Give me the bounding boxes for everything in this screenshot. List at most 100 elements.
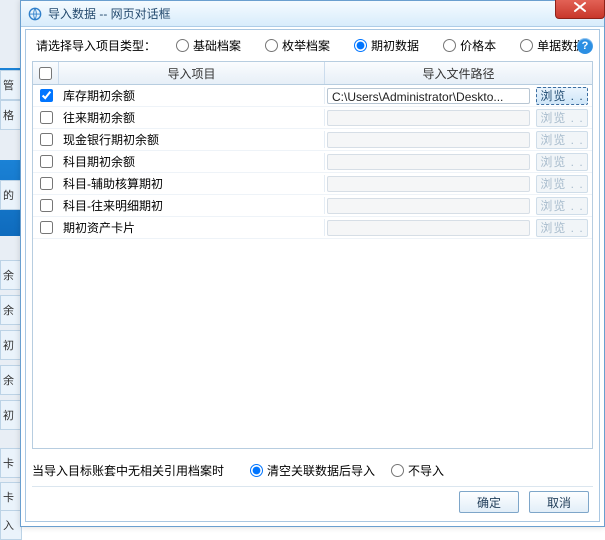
row-path-cell: 浏览 . . — [325, 197, 592, 215]
type-radio-1[interactable]: 枚举档案 — [265, 37, 330, 54]
divider — [32, 486, 593, 487]
row-item-label: 科目期初余额 — [59, 153, 325, 170]
type-radio-4[interactable]: 单据数据 — [520, 37, 585, 54]
import-type-row: 请选择导入项目类型： 基础档案 枚举档案 期初数据 价格本 单据数据 ? — [26, 30, 599, 59]
browse-button: 浏览 . . — [536, 153, 588, 171]
close-icon — [573, 1, 587, 13]
row-item-label: 往来期初余额 — [59, 109, 325, 126]
help-icon[interactable]: ? — [577, 38, 593, 54]
dialog-body: 请选择导入项目类型： 基础档案 枚举档案 期初数据 价格本 单据数据 ? 导入项目 导入… — [25, 29, 600, 522]
header-checkbox-cell — [33, 62, 59, 84]
bg-cell: 初效 — [0, 400, 22, 430]
row-item-label: 科目-辅助核算期初 — [59, 175, 325, 192]
missing-ref-radio-group: 清空关联数据后导入 不导入 — [250, 462, 444, 479]
browse-button: 浏览 . . — [536, 175, 588, 193]
bg-cell: 余额 — [0, 295, 22, 325]
assoc-radio-label: 不导入 — [408, 462, 444, 479]
table-row: 科目-往来明细期初 浏览 . . — [33, 195, 592, 217]
bg-cell: 的手 — [0, 180, 22, 210]
row-checkbox-cell — [33, 89, 59, 102]
titlebar[interactable]: 导入数据 -- 网页对话框 — [21, 1, 604, 27]
bg-cell: 初效 — [0, 330, 22, 360]
close-button[interactable] — [555, 0, 605, 19]
type-radio-input[interactable] — [354, 39, 367, 52]
bg-cell: 余额 — [0, 365, 22, 395]
table-row: 现金银行期初余额 浏览 . . — [33, 129, 592, 151]
row-path-cell: 浏览 . . — [325, 131, 592, 149]
browse-button: 浏览 . . — [536, 131, 588, 149]
path-input — [327, 110, 530, 126]
row-checkbox[interactable] — [40, 155, 53, 168]
import-grid: 导入项目 导入文件路径 库存期初余额C:\Users\Administrator… — [32, 61, 593, 449]
type-radio-label: 基础档案 — [193, 37, 241, 54]
assoc-radio-input[interactable] — [250, 464, 263, 477]
ok-button[interactable]: 确定 — [459, 491, 519, 513]
row-path-cell: 浏览 . . — [325, 219, 592, 237]
row-item-label: 科目-往来明细期初 — [59, 197, 325, 214]
cancel-button[interactable]: 取消 — [529, 491, 589, 513]
path-input — [327, 198, 530, 214]
header-item: 导入项目 — [59, 62, 325, 84]
row-checkbox-cell — [33, 155, 59, 168]
type-radio-input[interactable] — [176, 39, 189, 52]
table-row: 库存期初余额C:\Users\Administrator\Deskto... 浏览… — [33, 85, 592, 107]
browse-button: 浏览 . . — [536, 197, 588, 215]
import-dialog: 导入数据 -- 网页对话框 请选择导入项目类型： 基础档案 枚举档案 期初数据 价格本… — [20, 0, 605, 527]
bg-cell: 管 — [0, 70, 22, 100]
row-checkbox-cell — [33, 221, 59, 234]
missing-ref-row: 当导入目标账套中无相关引用档案时 清空关联数据后导入 不导入 — [32, 459, 593, 481]
path-input — [327, 176, 530, 192]
row-item-label: 现金银行期初余额 — [59, 131, 325, 148]
row-checkbox[interactable] — [40, 199, 53, 212]
row-path-cell: 浏览 . . — [325, 175, 592, 193]
row-path-cell: 浏览 . . — [325, 109, 592, 127]
browse-button[interactable]: 浏览 . . — [536, 87, 588, 105]
path-input[interactable]: C:\Users\Administrator\Deskto... — [327, 88, 530, 104]
browse-button: 浏览 . . — [536, 219, 588, 237]
row-item-label: 库存期初余额 — [59, 87, 325, 104]
type-radio-0[interactable]: 基础档案 — [176, 37, 241, 54]
bg-cell: 余额 — [0, 260, 22, 290]
path-input — [327, 154, 530, 170]
row-checkbox-cell — [33, 133, 59, 146]
table-row: 期初资产卡片 浏览 . . — [33, 217, 592, 239]
assoc-radio-0[interactable]: 清空关联数据后导入 — [250, 462, 375, 479]
row-path-cell: 浏览 . . — [325, 153, 592, 171]
row-checkbox-cell — [33, 199, 59, 212]
bg-cell: 卡单 — [0, 482, 22, 512]
import-type-label: 请选择导入项目类型： — [36, 37, 156, 54]
table-row: 往来期初余额 浏览 . . — [33, 107, 592, 129]
bg-cell: 格 — [0, 100, 22, 130]
assoc-radio-1[interactable]: 不导入 — [391, 462, 444, 479]
row-checkbox[interactable] — [40, 221, 53, 234]
import-type-radio-group: 基础档案 枚举档案 期初数据 价格本 单据数据 — [176, 37, 585, 54]
type-radio-label: 期初数据 — [371, 37, 419, 54]
row-item-label: 期初资产卡片 — [59, 219, 325, 236]
select-all-checkbox[interactable] — [39, 67, 52, 80]
dialog-button-row: 确定 取消 — [459, 491, 589, 513]
row-path-cell: C:\Users\Administrator\Deskto... 浏览 . . — [325, 87, 592, 105]
row-checkbox[interactable] — [40, 133, 53, 146]
ie-page-icon — [27, 6, 43, 22]
bg-cell: 入库 — [0, 510, 22, 540]
type-radio-input[interactable] — [265, 39, 278, 52]
row-checkbox[interactable] — [40, 89, 53, 102]
type-radio-input[interactable] — [520, 39, 533, 52]
missing-ref-label: 当导入目标账套中无相关引用档案时 — [32, 462, 224, 479]
grid-body: 库存期初余额C:\Users\Administrator\Deskto... 浏览… — [33, 85, 592, 239]
row-checkbox[interactable] — [40, 177, 53, 190]
type-radio-3[interactable]: 价格本 — [443, 37, 496, 54]
table-row: 科目-辅助核算期初 浏览 . . — [33, 173, 592, 195]
window-title: 导入数据 -- 网页对话框 — [48, 5, 171, 22]
assoc-radio-label: 清空关联数据后导入 — [267, 462, 375, 479]
grid-header: 导入项目 导入文件路径 — [33, 62, 592, 85]
type-radio-2[interactable]: 期初数据 — [354, 37, 419, 54]
browse-button: 浏览 . . — [536, 109, 588, 127]
table-row: 科目期初余额 浏览 . . — [33, 151, 592, 173]
row-checkbox-cell — [33, 177, 59, 190]
type-radio-input[interactable] — [443, 39, 456, 52]
path-input — [327, 132, 530, 148]
row-checkbox[interactable] — [40, 111, 53, 124]
assoc-radio-input[interactable] — [391, 464, 404, 477]
row-checkbox-cell — [33, 111, 59, 124]
